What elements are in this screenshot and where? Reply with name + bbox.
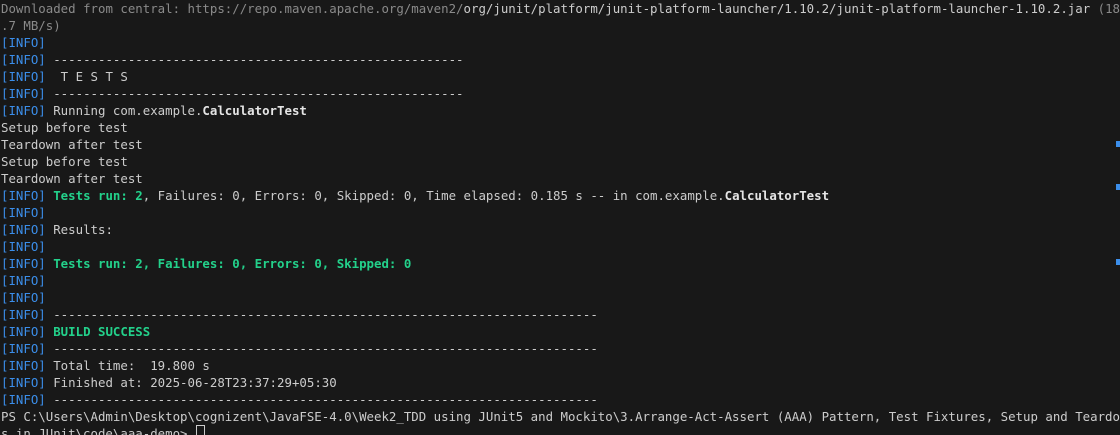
download-line-wrap: .7 MB/s) [1,17,1120,34]
running-class: CalculatorTest [202,103,307,118]
info-tag: [INFO] [1,273,46,288]
info-tag: [INFO] [1,324,46,339]
results-label: Results: [45,222,113,237]
tests-result-detail: , Failures: 0, Errors: 0, Skipped: 0, Ti… [142,188,725,203]
log-line: [INFO] ---------------------------------… [1,340,1120,357]
scrollbar-marker [1116,184,1120,190]
tests-header: T E S T S [45,69,128,84]
log-line: [INFO] Running com.example.CalculatorTes… [1,102,1120,119]
tests-summary: Tests run: 2, Failures: 0, Errors: 0, Sk… [45,256,412,271]
scrollbar-marker [1116,141,1120,147]
info-tag: [INFO] [1,290,46,305]
build-status: BUILD SUCCESS [45,324,151,339]
download-path: org/junit/platform/junit-platform-launch… [463,1,1091,16]
info-tag: [INFO] [1,341,46,356]
log-line: [INFO] ---------------------------------… [1,51,1120,68]
info-tag: [INFO] [1,188,46,203]
tests-run-count: Tests run: 2 [45,188,143,203]
log-line: [INFO] ---------------------------------… [1,391,1120,408]
log-line: [INFO] [1,238,1120,255]
prompt-path-end: s in JUnit\code\aaa-demo> [1,426,195,435]
info-tag: [INFO] [1,103,46,118]
log-line: [INFO] [1,204,1120,221]
log-line: [INFO] ---------------------------------… [1,306,1120,323]
info-tag: [INFO] [1,358,46,373]
log-line: [INFO] [1,289,1120,306]
separator: ----------------------------------------… [45,86,464,101]
separator: ----------------------------------------… [45,307,598,322]
prompt-path: PS C:\Users\Admin\Desktop\cognizent\Java… [1,409,1120,424]
info-tag: [INFO] [1,35,46,50]
download-size: (184 kB at 2 [1097,1,1120,16]
separator: ----------------------------------------… [45,341,598,356]
info-tag: [INFO] [1,256,46,271]
download-prefix: Downloaded [1,1,76,16]
terminal-output[interactable]: Downloaded from central: https://repo.ma… [0,0,1120,435]
info-tag: [INFO] [1,392,46,407]
separator: ----------------------------------------… [45,392,598,407]
running-prefix: Running com.example. [45,103,203,118]
download-rate: .7 MB/s) [1,18,61,33]
log-line: [INFO] Tests run: 2, Failures: 0, Errors… [1,255,1120,272]
info-tag: [INFO] [1,86,46,101]
download-line: Downloaded from central: https://repo.ma… [1,0,1120,17]
stdout-line: Teardown after test [1,171,143,186]
log-line: [INFO] ---------------------------------… [1,85,1120,102]
log-line: [INFO] Results: [1,221,1120,238]
info-tag: [INFO] [1,239,46,254]
stdout-line: Setup before test [1,154,128,169]
text-cursor[interactable] [195,425,205,435]
log-line: [INFO] T E S T S [1,68,1120,85]
info-tag: [INFO] [1,205,46,220]
log-line: [INFO] Total time: 19.800 s [1,357,1120,374]
log-line: [INFO] Tests run: 2, Failures: 0, Errors… [1,187,1120,204]
info-tag: [INFO] [1,222,46,237]
download-source: from central: https://repo.maven.apache.… [75,1,464,16]
scrollbar-marker [1116,259,1120,265]
info-tag: [INFO] [1,307,46,322]
total-time: Total time: 19.800 s [45,358,210,373]
info-tag: [INFO] [1,69,46,84]
separator: ----------------------------------------… [45,52,464,67]
info-tag: [INFO] [1,52,46,67]
log-line: [INFO] [1,34,1120,51]
stdout-line: Teardown after test [1,137,143,152]
stdout-line: Setup before test [1,120,128,135]
tests-result-class: CalculatorTest [724,188,830,203]
log-line: [INFO] [1,272,1120,289]
prompt-line-wrap[interactable]: s in JUnit\code\aaa-demo> [1,425,1120,435]
finished-at: Finished at: 2025-06-28T23:37:29+05:30 [45,375,337,390]
prompt-line: PS C:\Users\Admin\Desktop\cognizent\Java… [1,408,1120,425]
info-tag: [INFO] [1,375,46,390]
log-line: [INFO] Finished at: 2025-06-28T23:37:29+… [1,374,1120,391]
log-line: [INFO] BUILD SUCCESS [1,323,1120,340]
